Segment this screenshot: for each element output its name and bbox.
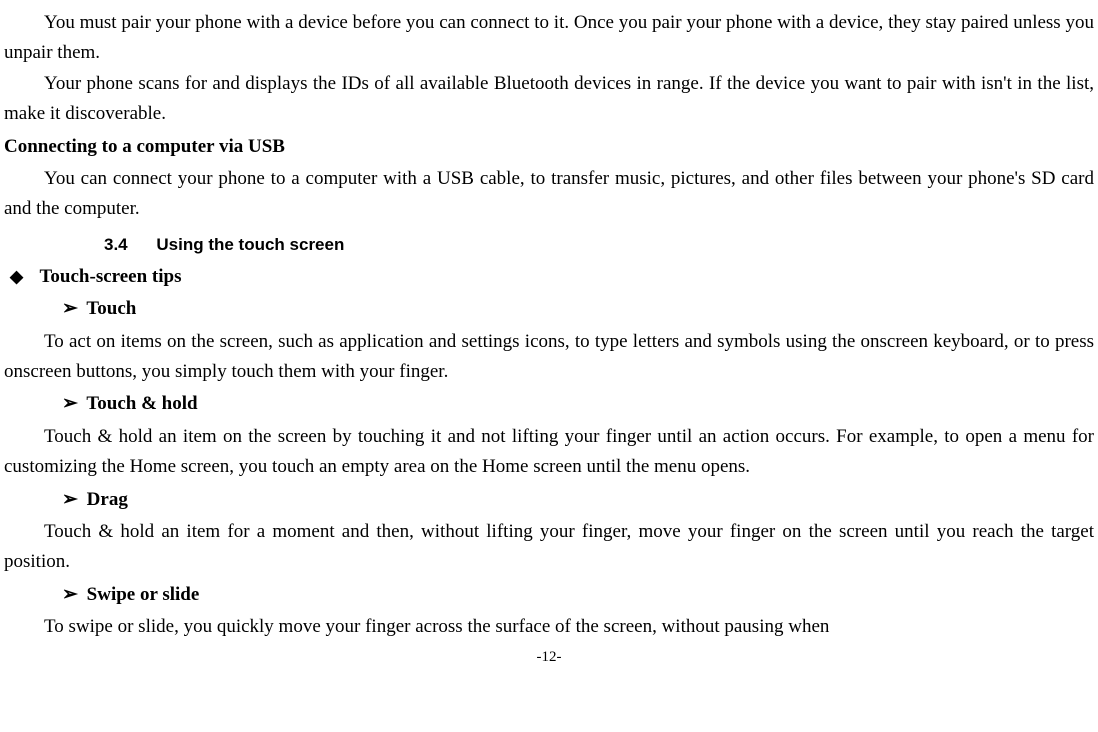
- section-heading: 3.4 Using the touch screen: [104, 231, 1094, 258]
- paragraph-pairing: You must pair your phone with a device b…: [4, 8, 1094, 69]
- swipe-heading-text: Swipe or slide: [87, 584, 200, 605]
- arrow-icon: ➢: [62, 489, 78, 510]
- arrow-icon: ➢: [62, 393, 78, 414]
- paragraph-swipe: To swipe or slide, you quickly move your…: [4, 612, 1094, 642]
- paragraph-touch: To act on items on the screen, such as a…: [4, 327, 1094, 388]
- paragraph-touchhold: Touch & hold an item on the screen by to…: [4, 422, 1094, 483]
- tips-title-text: Touch-screen tips: [40, 266, 182, 287]
- tips-heading: ◆ Touch-screen tips: [10, 262, 1094, 292]
- swipe-heading: ➢ Swipe or slide: [62, 580, 1094, 610]
- section-title: Using the touch screen: [156, 235, 344, 254]
- paragraph-scan: Your phone scans for and displays the ID…: [4, 69, 1094, 130]
- touch-heading-text: Touch: [86, 298, 136, 319]
- drag-heading: ➢ Drag: [62, 485, 1094, 515]
- touch-heading: ➢ Touch: [62, 294, 1094, 324]
- touchhold-heading-text: Touch & hold: [86, 393, 197, 414]
- page-number: -12-: [4, 645, 1094, 669]
- paragraph-drag: Touch & hold an item for a moment and th…: [4, 517, 1094, 578]
- drag-heading-text: Drag: [87, 489, 128, 510]
- paragraph-usb: You can connect your phone to a computer…: [4, 164, 1094, 225]
- arrow-icon: ➢: [62, 298, 78, 319]
- diamond-icon: ◆: [10, 267, 23, 286]
- section-number: 3.4: [104, 235, 128, 254]
- arrow-icon: ➢: [62, 584, 78, 605]
- touchhold-heading: ➢ Touch & hold: [62, 389, 1094, 419]
- heading-usb: Connecting to a computer via USB: [4, 132, 1094, 162]
